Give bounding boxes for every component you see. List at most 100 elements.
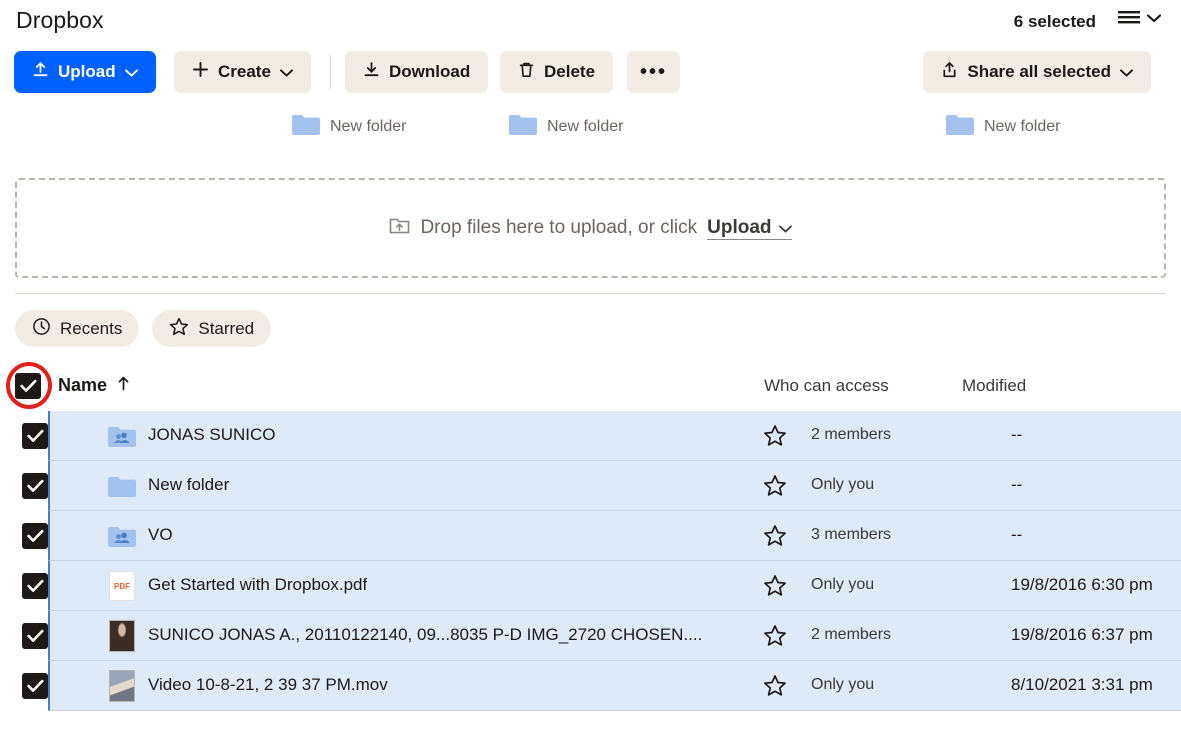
- more-actions-button[interactable]: •••: [627, 51, 681, 93]
- row-name[interactable]: SUNICO JONAS A., 20110122140, 09...8035 …: [148, 625, 702, 645]
- table-row[interactable]: PDF Get Started with Dropbox.pdf Only yo…: [22, 561, 1181, 611]
- row-name[interactable]: Get Started with Dropbox.pdf: [148, 575, 367, 595]
- table-row[interactable]: JONAS SUNICO 2 members --: [22, 411, 1181, 461]
- row-modified: --: [1011, 525, 1023, 544]
- photo-preview: [109, 620, 135, 652]
- suggestion-item[interactable]: New folder: [291, 112, 406, 141]
- table-row[interactable]: New folder Only you --: [22, 461, 1181, 511]
- table-header-row: Name Who can access Modified: [0, 365, 1181, 411]
- filter-recents-label: Recents: [60, 318, 123, 338]
- dropbox-files-page: Dropbox 6 selected Upload Create Downloa…: [0, 0, 1181, 743]
- suggestion-item[interactable]: New folder: [508, 112, 623, 141]
- download-button-label: Download: [389, 62, 471, 81]
- folder-suggestion-strip: New folder New folder New folder: [0, 108, 1181, 142]
- column-header-name[interactable]: Name: [58, 375, 130, 396]
- chevron-down-icon: [1147, 13, 1161, 23]
- select-all-checkbox[interactable]: [15, 373, 41, 399]
- section-divider: [15, 293, 1166, 294]
- star-icon[interactable]: [763, 524, 787, 552]
- folder-icon: [106, 470, 138, 502]
- photo-thumbnail: [106, 620, 138, 652]
- chevron-down-icon: [1120, 62, 1133, 82]
- download-icon: [363, 61, 380, 83]
- filter-starred-label: Starred: [198, 318, 255, 338]
- toolbar-divider: [330, 55, 331, 89]
- chevron-down-icon: [778, 217, 792, 239]
- row-access: Only you: [811, 476, 875, 493]
- suggestion-label: New folder: [330, 117, 407, 135]
- table-row[interactable]: VO 3 members --: [22, 511, 1181, 561]
- column-header-name-label: Name: [58, 375, 108, 395]
- plus-icon: [192, 61, 209, 83]
- arrow-up-icon: [117, 375, 130, 396]
- video-thumbnail: [106, 670, 138, 702]
- row-name[interactable]: New folder: [148, 475, 229, 495]
- filter-pills: Recents Starred: [15, 310, 272, 347]
- trash-icon: [518, 61, 535, 84]
- star-icon[interactable]: [763, 424, 787, 452]
- folder-icon: [291, 112, 321, 141]
- dropzone-instruction: Drop files here to upload, or click: [420, 217, 698, 238]
- row-access: Only you: [811, 676, 875, 693]
- column-header-access[interactable]: Who can access: [764, 376, 889, 396]
- page-title: Dropbox: [16, 7, 104, 33]
- upload-button[interactable]: Upload: [14, 51, 156, 93]
- row-checkbox[interactable]: [22, 423, 48, 449]
- filter-starred-button[interactable]: Starred: [152, 310, 272, 347]
- delete-button-label: Delete: [544, 62, 596, 81]
- star-icon[interactable]: [763, 574, 787, 602]
- filter-recents-button[interactable]: Recents: [15, 310, 140, 347]
- create-button-label: Create: [218, 62, 271, 81]
- column-header-modified[interactable]: Modified: [962, 376, 1026, 396]
- row-checkbox[interactable]: [22, 473, 48, 499]
- suggestion-label: New folder: [547, 117, 624, 135]
- star-icon[interactable]: [763, 674, 787, 702]
- star-icon[interactable]: [763, 474, 787, 502]
- row-checkbox[interactable]: [22, 573, 48, 599]
- row-modified: 19/8/2016 6:37 pm: [1011, 625, 1153, 644]
- row-access: Only you: [811, 576, 875, 593]
- file-table: Name Who can access Modified JONAS SUNIC…: [0, 365, 1181, 711]
- chevron-down-icon: [279, 62, 293, 82]
- shared-folder-icon: [106, 520, 138, 552]
- row-checkbox[interactable]: [22, 523, 48, 549]
- view-options-toggle[interactable]: [1118, 10, 1161, 26]
- upload-icon: [32, 61, 49, 83]
- star-icon: [169, 317, 189, 341]
- suggestion-item[interactable]: New folder: [945, 112, 1060, 141]
- video-preview: [109, 670, 135, 702]
- row-name[interactable]: Video 10-8-21, 2 39 37 PM.mov: [148, 675, 388, 695]
- share-all-selected-button[interactable]: Share all selected: [923, 51, 1151, 93]
- table-row[interactable]: SUNICO JONAS A., 20110122140, 09...8035 …: [22, 611, 1181, 661]
- pdf-file-icon: PDF: [106, 570, 138, 602]
- row-name[interactable]: VO: [148, 525, 173, 545]
- row-checkbox[interactable]: [22, 673, 48, 699]
- row-access: 2 members: [811, 626, 892, 643]
- suggestion-label: New folder: [984, 117, 1061, 135]
- dropzone-upload-link[interactable]: Upload: [707, 216, 792, 240]
- row-checkbox[interactable]: [22, 623, 48, 649]
- dropzone-upload-label: Upload: [707, 216, 772, 238]
- create-button[interactable]: Create: [174, 51, 311, 93]
- star-icon[interactable]: [763, 624, 787, 652]
- dropzone-text: Drop files here to upload, or click Uplo…: [389, 216, 792, 241]
- file-dropzone[interactable]: Drop files here to upload, or click Uplo…: [15, 178, 1166, 278]
- top-bar: Dropbox 6 selected: [0, 0, 1181, 46]
- row-modified: --: [1011, 475, 1023, 494]
- share-icon: [941, 61, 958, 84]
- share-all-selected-label: Share all selected: [967, 62, 1111, 81]
- row-modified: --: [1011, 425, 1023, 444]
- row-name[interactable]: JONAS SUNICO: [148, 425, 276, 445]
- chevron-down-icon: [124, 62, 138, 82]
- row-modified: 8/10/2021 3:31 pm: [1011, 675, 1153, 694]
- pdf-badge: PDF: [109, 571, 135, 601]
- delete-button[interactable]: Delete: [500, 51, 614, 93]
- row-access: 2 members: [811, 426, 892, 443]
- row-modified: 19/8/2016 6:30 pm: [1011, 575, 1153, 594]
- row-access: 3 members: [811, 526, 892, 543]
- download-button[interactable]: Download: [345, 51, 489, 93]
- shared-folder-icon: [106, 420, 138, 452]
- folder-icon: [508, 112, 538, 141]
- table-row[interactable]: Video 10-8-21, 2 39 37 PM.mov Only you 8…: [22, 661, 1181, 711]
- ellipsis-icon: •••: [640, 61, 668, 83]
